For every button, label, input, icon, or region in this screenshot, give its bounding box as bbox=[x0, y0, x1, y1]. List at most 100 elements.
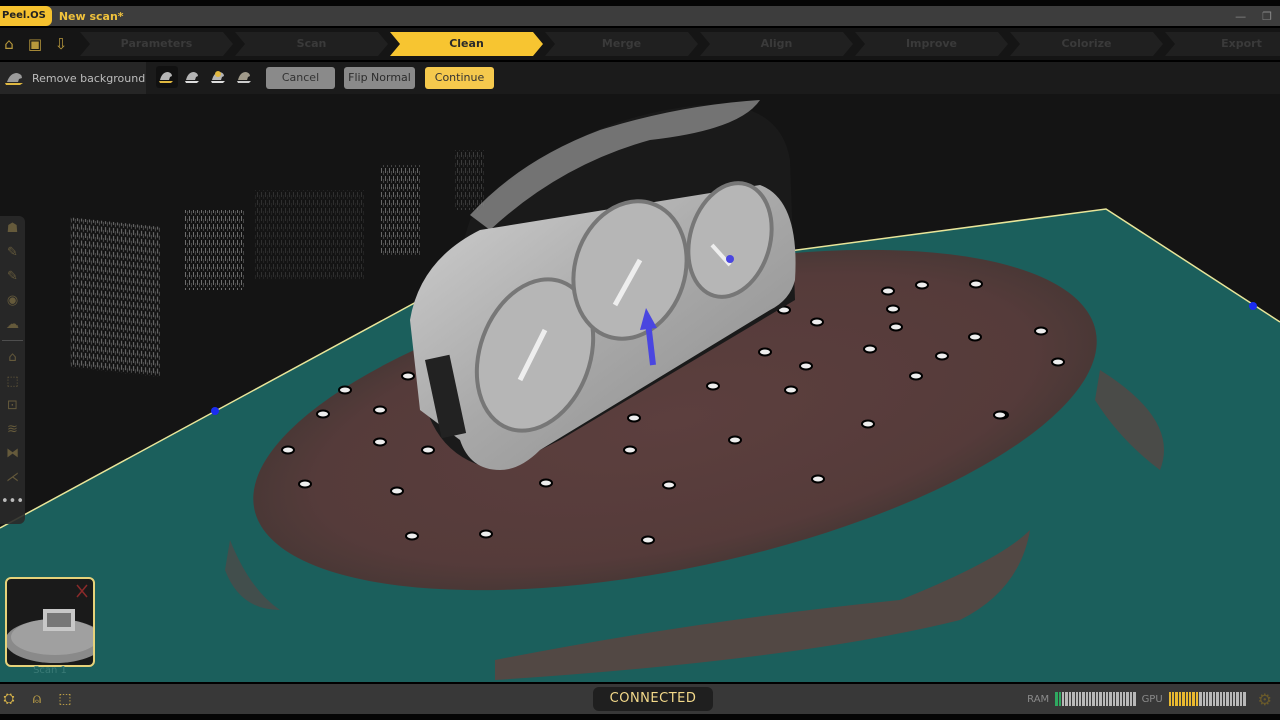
clean-tools-panel: ☗ ✎ ✎ ◉ ☁ ⌂ ⬚ ⊡ ≋ ⧓ ⋌ ••• bbox=[0, 216, 25, 524]
scan-scene[interactable] bbox=[0, 94, 1280, 682]
target-marker bbox=[758, 347, 772, 357]
target-marker bbox=[479, 529, 493, 539]
target-marker bbox=[861, 419, 875, 429]
fit-view-icon[interactable]: ⬚ bbox=[56, 690, 74, 708]
tool-remove-background-select[interactable] bbox=[234, 66, 256, 88]
meter-segment bbox=[1119, 692, 1122, 706]
more-icon[interactable]: ••• bbox=[0, 489, 25, 513]
step-improve[interactable]: Improve bbox=[855, 32, 1008, 56]
gpu-label: GPU bbox=[1141, 693, 1163, 705]
connection-status: CONNECTED bbox=[593, 687, 713, 711]
save-icon[interactable]: ▣ bbox=[26, 35, 44, 53]
meter-segment bbox=[1092, 692, 1095, 706]
export-save-icon[interactable]: ⇩ bbox=[52, 35, 70, 53]
meter-segment bbox=[1202, 692, 1205, 706]
tool-remove-background-point[interactable] bbox=[208, 66, 230, 88]
target-marker bbox=[993, 410, 1007, 420]
target-marker bbox=[811, 474, 825, 484]
title-bar: Peel.OS New scan* — ❐ bbox=[0, 6, 1280, 26]
workflow-bar: ⌂ ▣ ⇩ Parameters Scan Clean Merge Align Impro… bbox=[0, 28, 1280, 60]
meter-segment bbox=[1068, 692, 1072, 706]
3d-viewport[interactable]: ☗ ✎ ✎ ◉ ☁ ⌂ ⬚ ⊡ ≋ ⧓ ⋌ ••• bbox=[0, 94, 1280, 682]
meter-segment bbox=[1175, 692, 1178, 706]
remove-background-icon bbox=[5, 73, 23, 85]
target-marker bbox=[706, 381, 720, 391]
meter-segment bbox=[1123, 692, 1126, 706]
scan-thumbnail[interactable] bbox=[5, 577, 95, 667]
step-export[interactable]: Export bbox=[1165, 32, 1280, 56]
minimize-icon[interactable]: — bbox=[1235, 10, 1246, 23]
target-marker bbox=[810, 317, 824, 327]
status-bar: ⛭ ⍝ ⬚ CONNECTED RAM GPU ⚙ bbox=[0, 684, 1280, 714]
plane-handle bbox=[1249, 302, 1257, 310]
target-marker bbox=[784, 385, 798, 395]
mouse-icon[interactable]: ⍝ bbox=[28, 690, 46, 708]
tool-layers-icon[interactable]: ≋ bbox=[0, 417, 25, 441]
tool-lasso-icon[interactable]: ✎ bbox=[0, 240, 25, 264]
meter-segment bbox=[1072, 692, 1075, 706]
meter-segment bbox=[1055, 692, 1058, 706]
tool-remove-background-plane[interactable] bbox=[182, 66, 204, 88]
meter-segment bbox=[1178, 692, 1182, 706]
tool-remove-background-auto[interactable] bbox=[156, 66, 178, 88]
target-marker bbox=[909, 371, 923, 381]
target-marker bbox=[881, 286, 895, 296]
meter-segment bbox=[1078, 692, 1082, 706]
step-align[interactable]: Align bbox=[700, 32, 853, 56]
meter-segment bbox=[1116, 692, 1119, 706]
meter-segment bbox=[1102, 692, 1106, 706]
tool-shape-icon[interactable]: ⌂ bbox=[0, 345, 25, 369]
target-marker bbox=[889, 322, 903, 332]
meter-segment bbox=[1109, 692, 1112, 706]
meter-segment bbox=[1209, 692, 1212, 706]
target-marker bbox=[1051, 357, 1065, 367]
restore-icon[interactable]: ❐ bbox=[1262, 10, 1272, 23]
scan-label: Scan 1 bbox=[33, 665, 67, 676]
target-marker bbox=[373, 437, 387, 447]
step-merge[interactable]: Merge bbox=[545, 32, 698, 56]
select-remove-icon bbox=[237, 72, 251, 83]
target-marker bbox=[401, 371, 415, 381]
meter-segment bbox=[1226, 692, 1229, 706]
mode-label: Remove background bbox=[32, 71, 146, 85]
meter-segment bbox=[1172, 692, 1175, 706]
target-marker bbox=[405, 531, 419, 541]
meter-segment bbox=[1106, 692, 1109, 706]
meter-segment bbox=[1061, 692, 1065, 706]
step-colorize[interactable]: Colorize bbox=[1010, 32, 1163, 56]
meter-segment bbox=[1112, 692, 1116, 706]
tool-brush-icon[interactable]: ✎ bbox=[0, 264, 25, 288]
ram-label: RAM bbox=[1027, 693, 1050, 705]
home-icon[interactable]: ⌂ bbox=[0, 35, 18, 53]
meter-segment bbox=[1065, 692, 1068, 706]
cancel-button[interactable]: Cancel bbox=[266, 67, 335, 89]
meter-segment bbox=[1129, 692, 1133, 706]
target-marker bbox=[935, 351, 949, 361]
tool-select-inner-icon[interactable]: ⊡ bbox=[0, 393, 25, 417]
ram-meter bbox=[1055, 692, 1136, 706]
continue-button[interactable]: Continue bbox=[425, 67, 494, 89]
flip-normal-button[interactable]: Flip Normal bbox=[344, 67, 415, 89]
meter-segment bbox=[1216, 692, 1219, 706]
target-marker bbox=[281, 445, 295, 455]
meter-segment bbox=[1089, 692, 1092, 706]
tool-point-icon[interactable]: ◉ bbox=[0, 288, 25, 312]
tool-mirror-icon[interactable]: ⧓ bbox=[0, 441, 25, 465]
step-scan[interactable]: Scan bbox=[235, 32, 388, 56]
turntable-icon[interactable]: ⛭ bbox=[0, 690, 18, 708]
target-marker bbox=[373, 405, 387, 415]
meter-segment bbox=[1212, 692, 1216, 706]
meter-segment bbox=[1236, 692, 1239, 706]
auto-remove-icon bbox=[159, 72, 173, 83]
target-marker bbox=[316, 409, 330, 419]
settings-gear-icon[interactable]: ⚙ bbox=[1258, 690, 1272, 709]
step-parameters[interactable]: Parameters bbox=[80, 32, 233, 56]
meter-segment bbox=[1133, 692, 1136, 706]
meter-segment bbox=[1229, 692, 1233, 706]
tool-collapse-icon[interactable]: ⋌ bbox=[0, 465, 25, 489]
tool-remove-bg-icon[interactable]: ☁ bbox=[0, 312, 25, 336]
step-clean[interactable]: Clean bbox=[390, 32, 543, 56]
tool-crop-icon[interactable]: ☗ bbox=[0, 216, 25, 240]
point-remove-icon bbox=[211, 71, 225, 83]
tool-select-box-icon[interactable]: ⬚ bbox=[0, 369, 25, 393]
